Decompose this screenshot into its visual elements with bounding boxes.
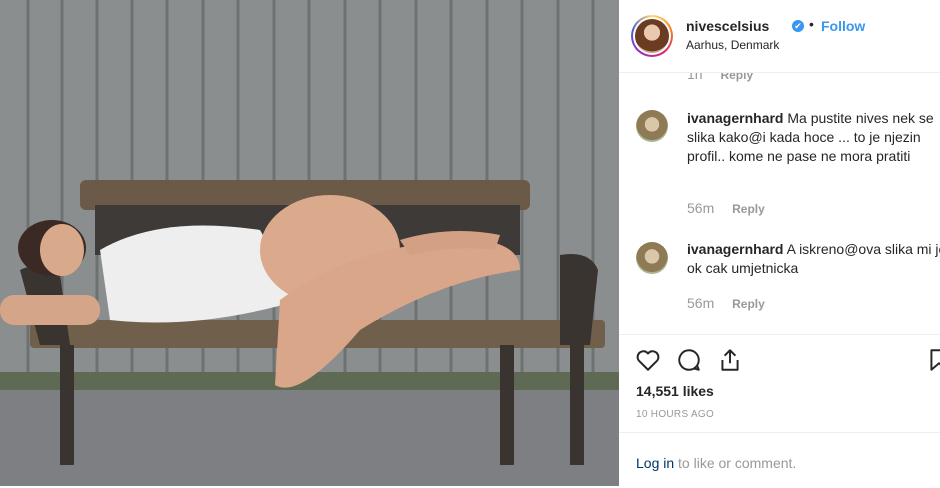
author-username[interactable]: nivescelsius	[686, 18, 769, 34]
previous-comment-meta: 1h Reply	[687, 72, 753, 82]
author-avatar[interactable]	[631, 15, 673, 57]
login-prompt: Log in to like or comment.	[619, 432, 940, 488]
post-photo[interactable]	[0, 0, 619, 486]
reply-button[interactable]: Reply	[732, 297, 765, 311]
commenter-avatar[interactable]	[636, 242, 668, 274]
comment-icon[interactable]	[676, 347, 702, 373]
comment-body: ivanagernhard Ma pustite nives nek se sl…	[687, 109, 940, 166]
login-link[interactable]: Log in	[636, 455, 674, 471]
verified-badge-icon: ✔	[792, 20, 804, 32]
reply-button[interactable]: Reply	[732, 202, 765, 216]
follow-button[interactable]: Follow	[821, 18, 865, 34]
post-timestamp: 10 HOURS AGO	[636, 409, 715, 420]
comment-time: 1h	[687, 72, 703, 82]
comments-list[interactable]: 1h Reply ivanagernhard Ma pustite nives …	[619, 72, 940, 334]
post-location[interactable]: Aarhus, Denmark	[686, 38, 779, 52]
post-actions: 14,551 likes 10 HOURS AGO Log in to like…	[619, 334, 940, 487]
commenter-username[interactable]: ivanagernhard	[687, 241, 783, 257]
login-prompt-text: to like or comment.	[674, 455, 797, 471]
bookmark-icon[interactable]	[926, 347, 940, 373]
post-side-panel: nivescelsius ✔ • Follow Aarhus, Denmark …	[619, 0, 940, 486]
reply-button[interactable]: Reply	[720, 72, 753, 82]
comment-body: ivanagernhard A iskreno@ova slika mi je …	[687, 240, 940, 278]
post-image	[0, 0, 619, 486]
comment-meta: 56m Reply	[687, 295, 765, 311]
comment-meta: 56m Reply	[687, 200, 765, 216]
heart-icon[interactable]	[635, 347, 661, 373]
comment-time: 56m	[687, 200, 715, 216]
likes-count[interactable]: 14,551 likes	[636, 383, 714, 399]
commenter-username[interactable]: ivanagernhard	[687, 110, 783, 126]
header-separator: •	[809, 16, 814, 32]
comment-time: 56m	[687, 295, 715, 311]
post-header: nivescelsius ✔ • Follow Aarhus, Denmark	[619, 0, 940, 73]
share-icon[interactable]	[717, 347, 743, 373]
commenter-avatar[interactable]	[636, 110, 668, 142]
